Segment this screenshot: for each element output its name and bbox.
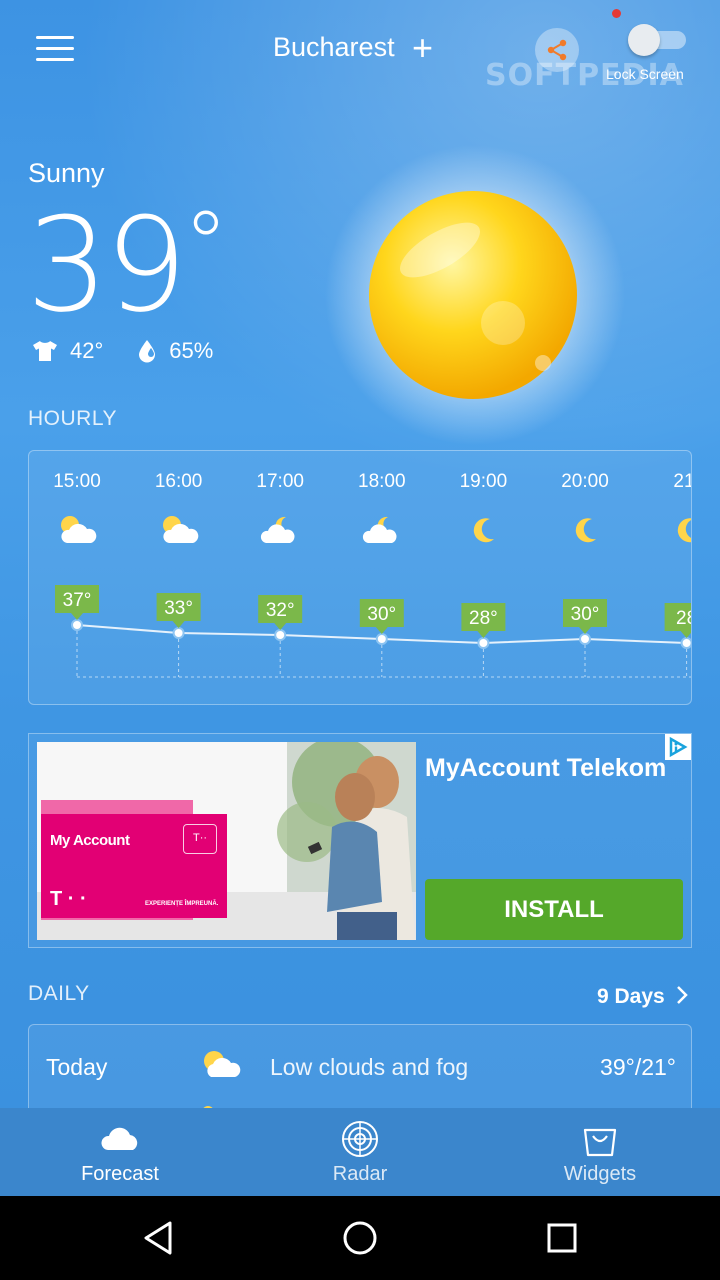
feels-like-value: 42° bbox=[70, 338, 104, 363]
daily-section-label: DAILY bbox=[28, 982, 90, 1005]
temp-badge-label: 28° bbox=[469, 608, 498, 629]
t-shirt-icon bbox=[33, 341, 57, 361]
partly-cloudy-night-icon bbox=[362, 514, 404, 546]
temp-badge-label: 30° bbox=[571, 604, 600, 625]
sun-icon bbox=[325, 145, 625, 445]
tab-radar[interactable]: Radar bbox=[240, 1108, 480, 1196]
hour-time: 17:00 bbox=[256, 471, 304, 492]
partly-cloudy-day-icon bbox=[159, 514, 201, 546]
ad-banner[interactable]: My Account T·· T · · EXPERIENȚE ÎMPREUNĂ… bbox=[28, 733, 692, 948]
day-name: Today bbox=[46, 1054, 108, 1080]
hour-point bbox=[274, 629, 287, 641]
hour-time: 19:00 bbox=[459, 471, 508, 492]
hour-time: 18:00 bbox=[358, 471, 406, 492]
hour-point bbox=[172, 627, 185, 639]
tab-label: Forecast bbox=[81, 1163, 159, 1185]
temp-badge-label: 37° bbox=[63, 590, 92, 611]
hourly-temperature-chart: 37° 33° 32° 30° 28° 30° 28 bbox=[55, 585, 692, 678]
tab-forecast[interactable]: Forecast bbox=[0, 1108, 240, 1196]
humidity-value: 65% bbox=[169, 338, 214, 363]
ad-pink-card: My Account T·· T · · EXPERIENȚE ÎMPREUNĂ… bbox=[41, 814, 227, 918]
hour-time: 15:00 bbox=[53, 471, 101, 492]
hourly-section-label: HOURLY bbox=[28, 407, 117, 430]
temp-badge-label: 30° bbox=[367, 604, 396, 625]
radar-icon bbox=[342, 1121, 378, 1157]
city-name[interactable]: Bucharest bbox=[273, 32, 395, 63]
menu-icon-line bbox=[36, 47, 74, 50]
hour-point bbox=[71, 619, 83, 631]
day-description: Low clouds and fog bbox=[270, 1054, 469, 1080]
ad-brand-mark: T · · bbox=[50, 888, 87, 910]
ad-image[interactable]: My Account T·· T · · EXPERIENȚE ÎMPREUNĂ… bbox=[37, 742, 416, 940]
lock-screen-toggle[interactable] bbox=[628, 24, 688, 56]
partly-cloudy-night-icon bbox=[260, 514, 302, 546]
moon-icon bbox=[463, 514, 505, 546]
humidity-drop-icon bbox=[139, 340, 156, 363]
system-navigation-bar bbox=[0, 1196, 720, 1280]
ad-tagline: EXPERIENȚE ÎMPREUNĂ. bbox=[145, 901, 219, 907]
hour-point bbox=[477, 637, 490, 649]
notification-dot bbox=[612, 9, 621, 18]
temp-badge-label: 28 bbox=[676, 608, 692, 629]
moon-icon bbox=[565, 514, 607, 546]
hour-point bbox=[680, 637, 691, 649]
weather-screen: Bucharest + SOFTPEDIA Lock Screen Sunny … bbox=[0, 0, 720, 1196]
degree-symbol: ° bbox=[183, 192, 228, 297]
menu-icon-line bbox=[36, 36, 74, 39]
tab-label: Radar bbox=[332, 1163, 388, 1185]
bottom-tab-bar: Forecast Radar Widgets bbox=[0, 1108, 720, 1196]
shopping-bag-icon bbox=[583, 1128, 617, 1157]
hourly-forecast-card[interactable]: 15:00 16:00 17:00 18:00 19:00 20:00 21: 37° 33°… bbox=[28, 450, 692, 705]
menu-button[interactable] bbox=[36, 36, 76, 64]
toggle-knob bbox=[628, 24, 660, 56]
chevron-right-icon bbox=[676, 986, 688, 1004]
telekom-logo-icon: T·· bbox=[183, 824, 217, 854]
temp-badge-label: 32° bbox=[266, 600, 295, 621]
partly-cloudy-day-icon bbox=[204, 1051, 241, 1077]
back-icon[interactable] bbox=[136, 1216, 184, 1260]
cloud-icon bbox=[101, 1127, 138, 1150]
hour-time: 16:00 bbox=[154, 471, 203, 492]
menu-icon-line bbox=[36, 58, 74, 61]
tab-widgets[interactable]: Widgets bbox=[480, 1108, 720, 1196]
day-temperatures: 39°/21° bbox=[600, 1054, 676, 1080]
hour-point bbox=[375, 633, 388, 645]
daily-row[interactable]: Today Low clouds and fog 39°/21° bbox=[29, 1025, 693, 1111]
lock-screen-label: Lock Screen bbox=[606, 66, 684, 82]
add-city-button[interactable]: + bbox=[412, 30, 433, 66]
moon-icon bbox=[667, 514, 691, 546]
partly-cloudy-day-icon bbox=[57, 514, 99, 546]
home-icon[interactable] bbox=[336, 1216, 384, 1260]
ad-choices-triangle bbox=[669, 736, 688, 758]
recents-icon[interactable] bbox=[538, 1216, 586, 1260]
hour-time: 21: bbox=[673, 471, 691, 492]
nine-days-link[interactable]: 9 Days bbox=[597, 985, 689, 1009]
hour-time: 20:00 bbox=[561, 471, 609, 492]
current-details: 42° 65% bbox=[32, 336, 247, 366]
current-temperature: 39° bbox=[26, 189, 228, 341]
nine-days-label: 9 Days bbox=[597, 985, 665, 1008]
hour-point bbox=[579, 633, 591, 645]
tab-label: Widgets bbox=[563, 1163, 637, 1185]
ad-install-button[interactable]: INSTALL bbox=[425, 879, 683, 940]
ad-choices-icon[interactable] bbox=[665, 734, 691, 760]
current-condition: Sunny bbox=[28, 158, 105, 188]
ad-title[interactable]: MyAccount Telekom bbox=[425, 754, 666, 783]
temperature-value: 39 bbox=[26, 189, 187, 341]
ad-image-text: My Account bbox=[50, 832, 130, 849]
temp-badge-label: 33° bbox=[164, 598, 193, 619]
